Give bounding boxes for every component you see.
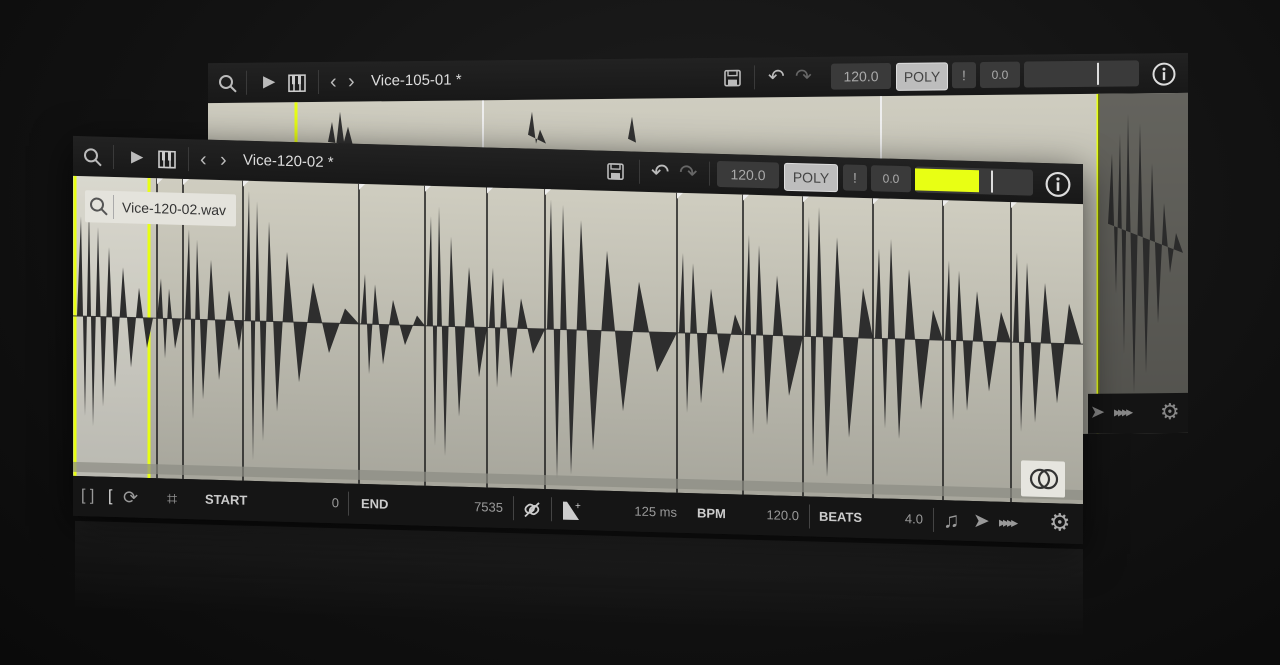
bpm-display[interactable]: 120.0 (831, 62, 891, 90)
separator (551, 497, 552, 522)
separator (809, 504, 810, 529)
gear-icon[interactable]: ⚙ (1049, 503, 1071, 544)
undo-icon[interactable]: ↶ (768, 57, 785, 97)
grid-icon[interactable]: ⌗ (167, 479, 177, 519)
prev-icon[interactable]: ‹ (200, 139, 207, 179)
level-meter[interactable] (915, 166, 1033, 196)
prev-icon[interactable]: ‹ (330, 62, 337, 102)
piano-icon[interactable] (288, 62, 306, 102)
poly-button[interactable]: POLY (896, 62, 948, 91)
front-title: Vice-120-02 * (243, 151, 334, 172)
bracket-icon[interactable]: [ ] (81, 476, 94, 516)
gear-icon[interactable]: ⚙ (1160, 399, 1180, 425)
poly-button[interactable]: POLY (784, 162, 838, 193)
separator (639, 159, 640, 184)
save-icon[interactable] (607, 151, 624, 191)
separator (246, 70, 247, 95)
meter-fill (915, 168, 979, 193)
multi-arrow-icon[interactable]: ▸▸▸▸ (999, 502, 1015, 542)
alert-button[interactable]: ! (952, 62, 976, 89)
back-title: Vice-105-01 * (371, 71, 462, 90)
bpm-value[interactable]: 120.0 (743, 495, 799, 537)
stereo-icon (1029, 466, 1059, 498)
separator (348, 491, 349, 516)
separator (188, 147, 189, 172)
end-value[interactable]: 7535 (443, 486, 503, 528)
file-tag[interactable]: Vice-120-02.wav (85, 190, 237, 227)
note-icon[interactable]: ♫ (943, 500, 960, 540)
start-value[interactable]: 0 (293, 482, 339, 523)
time-value[interactable]: 125 ms (613, 491, 677, 533)
bpm-display[interactable]: 120.0 (717, 160, 779, 189)
slice-icon[interactable]: + (561, 490, 583, 531)
front-window: ▶ ‹ › Vice-120-02 * ↶ ↷ 120.0 POLY ! 0.0 (73, 135, 1083, 545)
gain-display[interactable]: 0.0 (980, 61, 1020, 89)
undo-icon[interactable]: ↶ (651, 152, 669, 193)
level-meter[interactable] (1024, 60, 1139, 88)
beats-label: BEATS (819, 508, 863, 525)
save-icon[interactable] (724, 58, 741, 98)
search-icon[interactable] (89, 194, 114, 220)
alert-button[interactable]: ! (843, 164, 867, 192)
file-name: Vice-120-02.wav (122, 199, 227, 219)
separator (113, 145, 114, 170)
play-icon[interactable]: ▶ (263, 62, 275, 102)
svg-text:+: + (575, 500, 581, 511)
separator (754, 65, 755, 90)
next-icon[interactable]: › (348, 62, 355, 102)
beats-value[interactable]: 4.0 (883, 499, 923, 540)
loop-icon[interactable]: ⟳ (123, 477, 138, 517)
redo-icon[interactable]: ↷ (679, 153, 697, 194)
arrow-icon[interactable]: ➤ (1090, 402, 1105, 423)
arrow-icon[interactable]: ➤ (973, 501, 990, 541)
back-footer-strip: ➤ ▸▸▸▸ ⚙ (1088, 392, 1188, 434)
front-waveform-area[interactable]: Vice-120-02.wav (73, 175, 1083, 505)
link-icon[interactable] (523, 488, 541, 529)
search-icon[interactable] (83, 136, 103, 177)
redo-icon[interactable]: ↷ (795, 57, 812, 97)
separator (709, 161, 710, 186)
slice-icon[interactable]: ▸▸▸▸ (1114, 403, 1130, 420)
stereo-button[interactable] (1021, 460, 1065, 498)
separator (318, 69, 319, 94)
info-icon[interactable] (1045, 163, 1071, 204)
info-icon[interactable] (1152, 53, 1176, 93)
separator (513, 496, 514, 521)
search-icon[interactable] (218, 63, 238, 103)
play-icon[interactable]: ▶ (131, 138, 143, 178)
end-label: END (361, 495, 389, 512)
bpm-label: BPM (697, 505, 726, 522)
gain-display[interactable]: 0.0 (871, 165, 911, 193)
start-label: START (205, 491, 248, 508)
separator (933, 507, 934, 532)
meter-marker (1097, 62, 1099, 85)
piano-icon[interactable] (158, 138, 176, 179)
cursor-icon[interactable]: [ (108, 477, 112, 517)
next-icon[interactable]: › (220, 140, 227, 180)
meter-marker (991, 170, 993, 193)
